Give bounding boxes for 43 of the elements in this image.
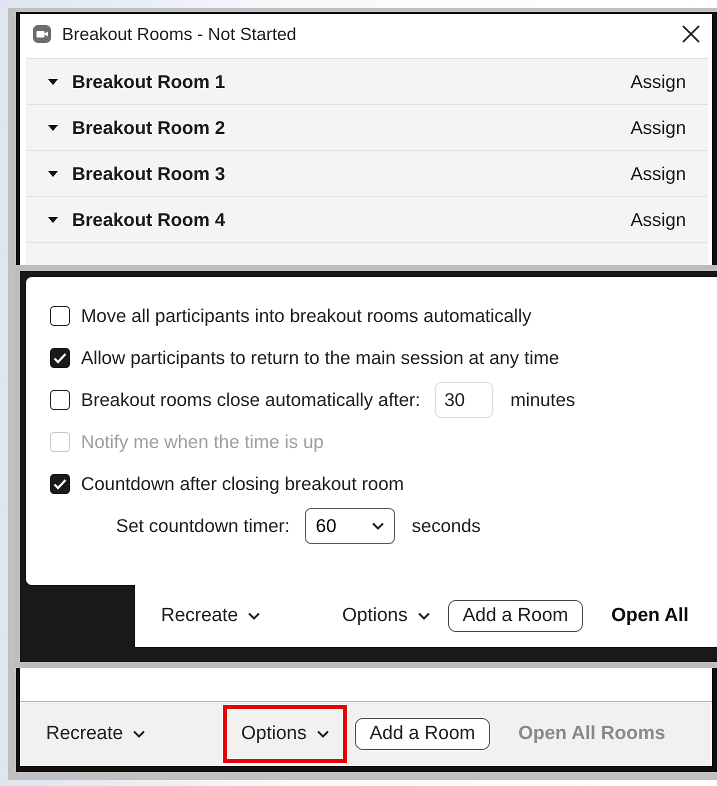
caret-down-icon[interactable] <box>48 216 58 222</box>
camera-app-icon <box>32 24 52 44</box>
timer-select[interactable]: 60 <box>304 508 395 544</box>
options-dropdown[interactable]: Options <box>336 601 436 631</box>
checkmark-icon <box>53 352 67 364</box>
add-room-button[interactable]: Add a Room <box>354 718 490 750</box>
room-name: Breakout Room 4 <box>72 208 226 230</box>
option-label: Countdown after closing breakout room <box>81 473 404 495</box>
checkbox[interactable] <box>50 348 70 368</box>
caret-down-icon[interactable] <box>48 170 58 176</box>
chevron-down-icon <box>248 612 260 620</box>
assign-button[interactable]: Assign <box>630 162 686 184</box>
assign-button[interactable]: Assign <box>630 116 686 138</box>
chevron-down-icon <box>418 612 430 620</box>
option-label: Notify me when the time is up <box>81 431 324 453</box>
chevron-down-icon <box>133 730 146 738</box>
room-name: Breakout Room 2 <box>72 116 226 138</box>
option-label: Move all participants into breakout rooms automatically <box>81 305 532 327</box>
unit-label: minutes <box>510 389 576 411</box>
chevron-down-icon <box>316 730 329 738</box>
assign-button[interactable]: Assign <box>630 208 686 230</box>
close-icon[interactable] <box>682 25 700 43</box>
recreate-dropdown[interactable]: Recreate <box>40 719 152 749</box>
option-label: Breakout rooms close automatically after: <box>81 389 420 411</box>
options-dropdown[interactable]: Options <box>227 709 343 759</box>
open-all-rooms-button[interactable]: Open All <box>611 601 689 631</box>
minutes-input[interactable]: 30 <box>435 382 494 418</box>
checkbox[interactable] <box>50 390 70 410</box>
chevron-down-icon <box>372 522 384 530</box>
room-name: Breakout Room 3 <box>72 162 226 184</box>
caret-down-icon[interactable] <box>48 124 58 130</box>
window-title: Breakout Rooms - Not Started <box>62 24 298 44</box>
option-label: Allow participants to return to the main session at any time <box>81 347 560 369</box>
room-name: Breakout Room 1 <box>72 70 226 92</box>
checkmark-icon <box>53 478 67 490</box>
option-label: Set countdown timer: <box>116 515 290 537</box>
recreate-dropdown[interactable]: Recreate <box>155 601 266 631</box>
unit-label: seconds <box>412 515 481 537</box>
checkbox[interactable] <box>50 474 70 494</box>
caret-down-icon[interactable] <box>48 78 58 84</box>
checkbox[interactable] <box>50 306 70 326</box>
assign-button[interactable]: Assign <box>630 70 686 92</box>
add-room-button[interactable]: Add a Room <box>448 600 584 632</box>
